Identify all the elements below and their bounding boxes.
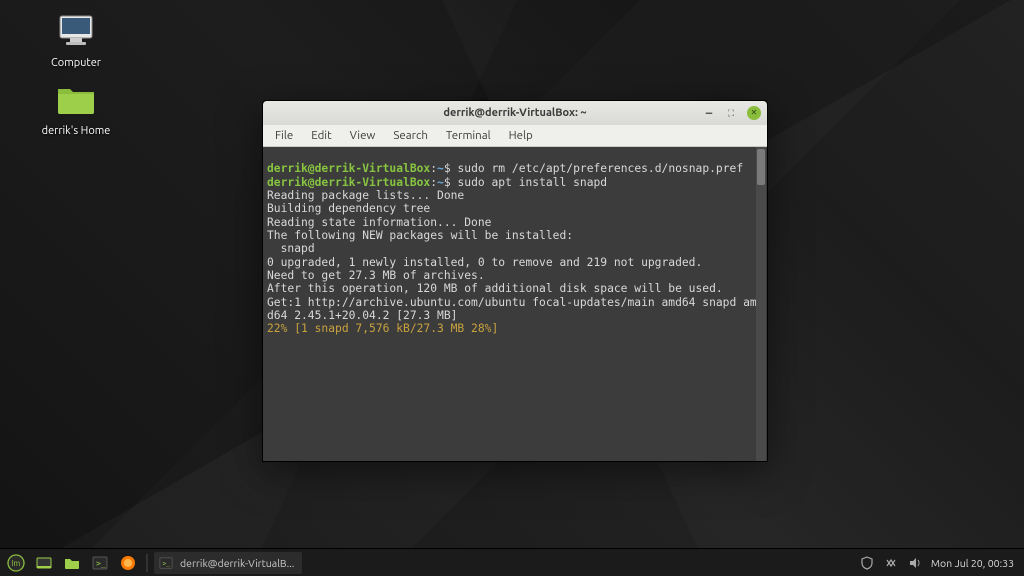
scrollbar-thumb[interactable] [757, 149, 765, 185]
terminal-command: sudo rm /etc/apt/preferences.d/nosnap.pr… [457, 162, 743, 175]
terminal-output-line: Need to get 27.3 MB of archives. [267, 269, 485, 282]
terminal-output-line: Get:1 http://archive.ubuntu.com/ubuntu f… [267, 296, 757, 322]
terminal-output-line: The following NEW packages will be insta… [267, 229, 573, 242]
window-title: derrik@derrik-VirtualBox: ~ [263, 107, 767, 119]
terminal-body[interactable]: derrik@derrik-VirtualBox:~$ sudo rm /etc… [263, 147, 767, 461]
svg-text:>_: >_ [96, 559, 106, 568]
network-icon[interactable] [883, 555, 899, 571]
terminal-output-line: 0 upgraded, 1 newly installed, 0 to remo… [267, 256, 702, 269]
taskbar-task-label: derrik@derrik-VirtualB... [180, 557, 294, 569]
menu-terminal[interactable]: Terminal [438, 127, 499, 144]
file-manager-launcher[interactable] [60, 552, 84, 574]
svg-text:>_: >_ [163, 560, 171, 567]
svg-text:lm: lm [12, 559, 21, 568]
desktop-icon-computer[interactable]: Computer [36, 12, 116, 70]
window-close-button[interactable] [747, 106, 761, 120]
terminal-output-line: Building dependency tree [267, 202, 430, 215]
taskbar-clock[interactable]: Mon Jul 20, 00:33 [931, 557, 1014, 569]
start-menu-button[interactable]: lm [4, 552, 28, 574]
computer-icon [54, 12, 98, 52]
prompt-path: ~ [437, 176, 444, 189]
show-desktop-button[interactable] [32, 552, 56, 574]
desktop-icon-home[interactable]: derrik's Home [36, 80, 116, 138]
folder-icon [54, 80, 98, 120]
prompt-path: ~ [437, 162, 444, 175]
firefox-launcher[interactable] [116, 552, 140, 574]
terminal-command: sudo apt install snapd [457, 176, 607, 189]
menu-edit[interactable]: Edit [303, 127, 339, 144]
taskbar-task-terminal[interactable]: >_ derrik@derrik-VirtualB... [154, 552, 302, 574]
window-menubar: File Edit View Search Terminal Help [263, 125, 767, 147]
window-titlebar[interactable]: derrik@derrik-VirtualBox: ~ [263, 101, 767, 125]
terminal-output-line: Reading state information... Done [267, 216, 491, 229]
terminal-launcher[interactable]: >_ [88, 552, 112, 574]
taskbar-separator [146, 554, 148, 572]
window-maximize-button[interactable] [725, 107, 737, 119]
menu-view[interactable]: View [342, 127, 384, 144]
terminal-icon: >_ [158, 555, 174, 571]
terminal-output-line: Reading package lists... Done [267, 189, 464, 202]
taskbar: lm >_ >_ derrik@derrik-VirtualB... Mon J… [0, 548, 1024, 576]
system-tray: Mon Jul 20, 00:33 [859, 555, 1020, 571]
menu-search[interactable]: Search [385, 127, 436, 144]
terminal-progress: 22% [1 snapd 7,576 kB/27.3 MB 28%] [267, 322, 498, 335]
prompt-user: derrik@derrik-VirtualBox [267, 162, 430, 175]
terminal-scrollbar[interactable] [756, 147, 766, 461]
window-minimize-button[interactable] [703, 107, 715, 119]
terminal-output-line: snapd [267, 242, 315, 255]
prompt-user: derrik@derrik-VirtualBox [267, 176, 430, 189]
volume-icon[interactable] [907, 555, 923, 571]
menu-help[interactable]: Help [501, 127, 541, 144]
shield-icon[interactable] [859, 555, 875, 571]
menu-file[interactable]: File [267, 127, 301, 144]
terminal-window: derrik@derrik-VirtualBox: ~ File Edit Vi… [262, 100, 768, 462]
desktop-icon-label: derrik's Home [36, 124, 116, 138]
desktop-icon-label: Computer [36, 56, 116, 70]
terminal-output-line: After this operation, 120 MB of addition… [267, 282, 723, 295]
